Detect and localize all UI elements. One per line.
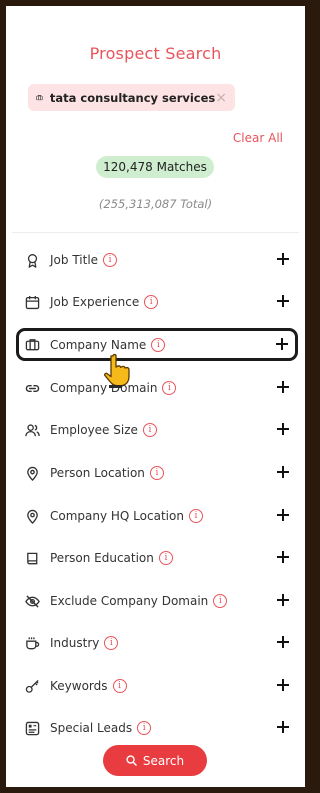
- filter-label: Company Name: [50, 337, 147, 352]
- info-icon[interactable]: i: [144, 295, 159, 309]
- book-icon: [27, 552, 38, 564]
- search-button[interactable]: Search: [103, 745, 207, 776]
- cup-icon: [26, 636, 40, 649]
- ribbon-icon: [27, 253, 38, 268]
- page-title: Prospect Search: [89, 44, 222, 63]
- info-icon[interactable]: i: [151, 337, 166, 352]
- remove-chip-icon[interactable]: ×: [215, 91, 227, 105]
- selected-filter-chip[interactable]: tata consultancy services ×: [28, 84, 235, 111]
- plus-icon[interactable]: [276, 508, 290, 522]
- location-pin-icon: [27, 509, 38, 524]
- calendar-icon: [25, 295, 40, 309]
- eye-off-icon: [25, 594, 40, 608]
- plus-icon[interactable]: [276, 593, 290, 607]
- matches-badge: 120,478 Matches: [96, 156, 214, 178]
- filter-employee-size[interactable]: Employee Size i: [20, 415, 296, 445]
- briefcase-icon: [36, 95, 43, 101]
- filter-company-name[interactable]: Company Name i: [16, 328, 298, 361]
- plus-icon[interactable]: [276, 550, 290, 564]
- info-icon[interactable]: i: [162, 381, 177, 395]
- filter-keywords[interactable]: Keywords i: [20, 671, 296, 701]
- info-icon[interactable]: i: [112, 679, 127, 693]
- filter-industry[interactable]: Industry i: [20, 628, 296, 658]
- filter-label: Industry: [50, 636, 100, 650]
- plus-icon[interactable]: [275, 337, 289, 351]
- filter-person-education[interactable]: Person Education i: [20, 543, 296, 573]
- key-icon: [25, 679, 39, 693]
- info-icon[interactable]: i: [149, 466, 164, 480]
- plus-icon[interactable]: [276, 678, 290, 692]
- filter-job-title[interactable]: Job Title i: [20, 245, 296, 275]
- info-icon[interactable]: i: [103, 253, 118, 267]
- hand-pointer-cursor-icon: [104, 353, 130, 388]
- filter-label: Employee Size: [50, 423, 138, 437]
- plus-icon[interactable]: [276, 380, 290, 394]
- filter-company-domain[interactable]: Company Domain i: [20, 373, 296, 403]
- briefcase-icon: [25, 339, 40, 351]
- plus-icon[interactable]: [276, 465, 290, 479]
- filter-label: Job Title: [50, 253, 99, 267]
- filter-label: Person Education: [50, 551, 154, 565]
- filter-label: Exclude Company Domain: [50, 594, 209, 608]
- prospect-search-panel: Prospect Search tata consultancy service…: [6, 6, 305, 787]
- total-count: (255,313,087 Total): [98, 197, 213, 211]
- users-icon: [25, 423, 40, 436]
- filter-person-location[interactable]: Person Location i: [20, 458, 296, 488]
- location-pin-icon: [27, 466, 38, 481]
- search-icon: [126, 755, 137, 766]
- info-icon[interactable]: i: [142, 423, 157, 437]
- plus-icon[interactable]: [276, 294, 290, 308]
- link-icon: [25, 384, 40, 392]
- filter-company-hq-location[interactable]: Company HQ Location i: [20, 501, 296, 531]
- divider: [12, 232, 299, 233]
- filter-special-leads[interactable]: Special Leads i: [20, 713, 296, 743]
- info-icon[interactable]: i: [137, 721, 152, 735]
- filter-label: Special Leads: [50, 721, 133, 735]
- plus-icon[interactable]: [276, 720, 290, 734]
- info-icon[interactable]: i: [158, 551, 173, 565]
- info-icon[interactable]: i: [104, 636, 119, 650]
- filter-label: Keywords: [50, 679, 108, 693]
- plus-icon[interactable]: [276, 252, 290, 266]
- chip-label: tata consultancy services: [49, 90, 216, 105]
- filter-job-experience[interactable]: Job Experience i: [20, 287, 296, 317]
- filter-exclude-company-domain[interactable]: Exclude Company Domain i: [20, 586, 296, 616]
- filter-label: Company HQ Location: [50, 509, 184, 523]
- filter-label: Job Experience: [50, 295, 140, 309]
- search-button-label: Search: [142, 753, 185, 768]
- clear-all-link[interactable]: Clear All: [233, 131, 283, 145]
- filter-label: Person Location: [50, 466, 145, 480]
- plus-icon[interactable]: [276, 635, 290, 649]
- info-icon[interactable]: i: [188, 509, 203, 523]
- plus-icon[interactable]: [276, 422, 290, 436]
- info-icon[interactable]: i: [213, 594, 228, 608]
- badge-icon: [25, 721, 40, 735]
